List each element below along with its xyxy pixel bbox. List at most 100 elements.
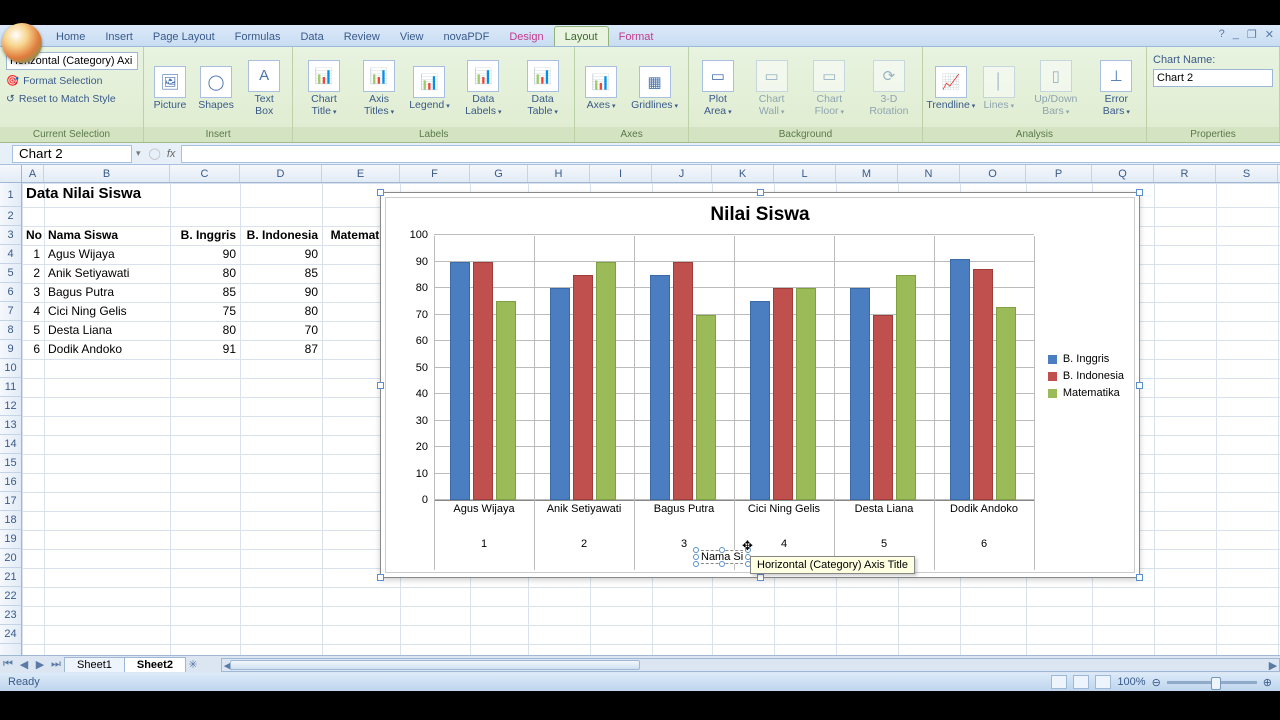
column-header[interactable]: G <box>470 165 528 182</box>
office-button[interactable] <box>2 23 42 63</box>
fx-icon[interactable]: fx <box>167 148 176 160</box>
worksheet[interactable]: ABCDEFGHIJKLMNOPQRS 12345678910111213141… <box>0 165 1280 655</box>
plot-area-button[interactable]: ▭Plot Area▾ <box>695 58 741 119</box>
cell[interactable]: 80 <box>240 302 322 321</box>
namebox-dropdown-icon[interactable]: ▾ <box>136 148 141 159</box>
row-header[interactable]: 20 <box>0 549 21 568</box>
shapes-button[interactable]: ◯Shapes <box>196 64 236 114</box>
column-header[interactable]: A <box>22 165 44 182</box>
formula-input[interactable] <box>181 145 1280 163</box>
row-header[interactable]: 13 <box>0 416 21 435</box>
row-header[interactable]: 17 <box>0 492 21 511</box>
cell[interactable]: 90 <box>240 283 322 302</box>
name-box[interactable] <box>12 145 132 163</box>
trendline-button[interactable]: 📈Trendline▾ <box>929 64 973 114</box>
tab-nav-first[interactable]: ⏮ <box>0 658 16 671</box>
legend-item[interactable]: B. Indonesia <box>1048 370 1124 382</box>
cell[interactable]: 91 <box>170 340 240 359</box>
row-header[interactable]: 21 <box>0 568 21 587</box>
error-bars-button[interactable]: ⊥Error Bars▾ <box>1093 58 1140 119</box>
data-table-button[interactable]: 📊Data Table▾ <box>517 58 568 119</box>
row-header[interactable]: 11 <box>0 378 21 397</box>
column-header[interactable]: I <box>590 165 652 182</box>
cell[interactable]: 2 <box>22 264 44 283</box>
view-layout-button[interactable] <box>1073 675 1089 689</box>
row-header[interactable]: 10 <box>0 359 21 378</box>
cell[interactable]: 90 <box>240 245 322 264</box>
cell[interactable]: 80 <box>170 321 240 340</box>
axes-button[interactable]: 📊Axes▾ <box>581 64 621 114</box>
tab-view[interactable]: View <box>390 27 434 46</box>
chart-wall-button[interactable]: ▭Chart Wall▾ <box>747 58 797 119</box>
legend-item[interactable]: B. Inggris <box>1048 353 1124 365</box>
column-header[interactable]: B <box>44 165 170 182</box>
cell[interactable]: 6 <box>22 340 44 359</box>
picture-button[interactable]: 🖼Picture <box>150 64 190 114</box>
row-header[interactable]: 2 <box>0 207 21 226</box>
row-header[interactable]: 12 <box>0 397 21 416</box>
reset-style-button[interactable]: ↺Reset to Match Style <box>6 91 116 107</box>
help-icon[interactable]: ? <box>1219 28 1225 41</box>
row-header[interactable]: 14 <box>0 435 21 454</box>
tab-page-layout[interactable]: Page Layout <box>143 27 225 46</box>
row-header[interactable]: 15 <box>0 454 21 473</box>
gridlines-button[interactable]: ▦Gridlines▾ <box>627 64 682 114</box>
row-header[interactable]: 24 <box>0 625 21 644</box>
cell[interactable]: 85 <box>240 264 322 283</box>
cell[interactable]: 87 <box>240 340 322 359</box>
cell[interactable]: 1 <box>22 245 44 264</box>
tab-nav-prev[interactable]: ◀ <box>16 658 32 671</box>
column-header[interactable]: K <box>712 165 774 182</box>
column-header[interactable]: Q <box>1092 165 1154 182</box>
column-header[interactable]: D <box>240 165 322 182</box>
zoom-in-button[interactable]: ⊕ <box>1263 676 1272 689</box>
legend-button[interactable]: 📊Legend▾ <box>409 64 449 114</box>
column-header[interactable]: J <box>652 165 712 182</box>
row-header[interactable]: 1 <box>0 183 21 207</box>
chart-bar[interactable] <box>750 301 770 500</box>
row-header[interactable]: 5 <box>0 264 21 283</box>
row-header[interactable]: 4 <box>0 245 21 264</box>
chart-bar[interactable] <box>573 275 593 500</box>
row-header[interactable]: 9 <box>0 340 21 359</box>
cell[interactable]: No <box>22 226 44 245</box>
cell[interactable]: Desta Liana <box>44 321 170 340</box>
cell[interactable]: Bagus Putra <box>44 283 170 302</box>
legend-item[interactable]: Matematika <box>1048 387 1124 399</box>
cell[interactable]: Dodik Andoko <box>44 340 170 359</box>
restore-icon[interactable]: ❐ <box>1247 28 1257 41</box>
lines-button[interactable]: │Lines▾ <box>979 64 1019 114</box>
chart-bar[interactable] <box>673 262 693 501</box>
chart-bar[interactable] <box>450 262 470 501</box>
chart-bar[interactable] <box>650 275 670 500</box>
cell[interactable]: 3 <box>22 283 44 302</box>
cell[interactable]: 90 <box>170 245 240 264</box>
column-header[interactable]: R <box>1154 165 1216 182</box>
sheet-tab-1[interactable]: Sheet1 <box>64 657 125 672</box>
column-header[interactable]: H <box>528 165 590 182</box>
sheet-tab-2[interactable]: Sheet2 <box>124 657 186 672</box>
tab-design[interactable]: Design <box>499 27 553 46</box>
row-header[interactable]: 19 <box>0 530 21 549</box>
textbox-button[interactable]: AText Box <box>242 58 286 119</box>
tab-formulas[interactable]: Formulas <box>225 27 291 46</box>
tab-data[interactable]: Data <box>290 27 333 46</box>
chart-bar[interactable] <box>873 315 893 501</box>
chart-bar[interactable] <box>496 301 516 500</box>
row-header[interactable]: 6 <box>0 283 21 302</box>
data-labels-button[interactable]: 📊Data Labels▾ <box>455 58 511 119</box>
cell[interactable]: Data Nilai Siswa <box>22 183 44 207</box>
cell[interactable]: Anik Setiyawati <box>44 264 170 283</box>
plot-area[interactable]: 0102030405060708090100 <box>434 236 1034 501</box>
cell[interactable]: 4 <box>22 302 44 321</box>
row-header[interactable]: 8 <box>0 321 21 340</box>
tab-home[interactable]: Home <box>46 27 95 46</box>
tab-insert[interactable]: Insert <box>95 27 143 46</box>
tab-review[interactable]: Review <box>334 27 390 46</box>
cell[interactable]: 75 <box>170 302 240 321</box>
cell[interactable]: B. Inggris <box>170 226 240 245</box>
new-sheet-button[interactable]: ✳ <box>185 658 201 671</box>
close-icon[interactable]: ✕ <box>1265 28 1274 41</box>
view-pagebreak-button[interactable] <box>1095 675 1111 689</box>
chart-legend[interactable]: B. Inggris B. Indonesia Matematika <box>1048 348 1124 404</box>
